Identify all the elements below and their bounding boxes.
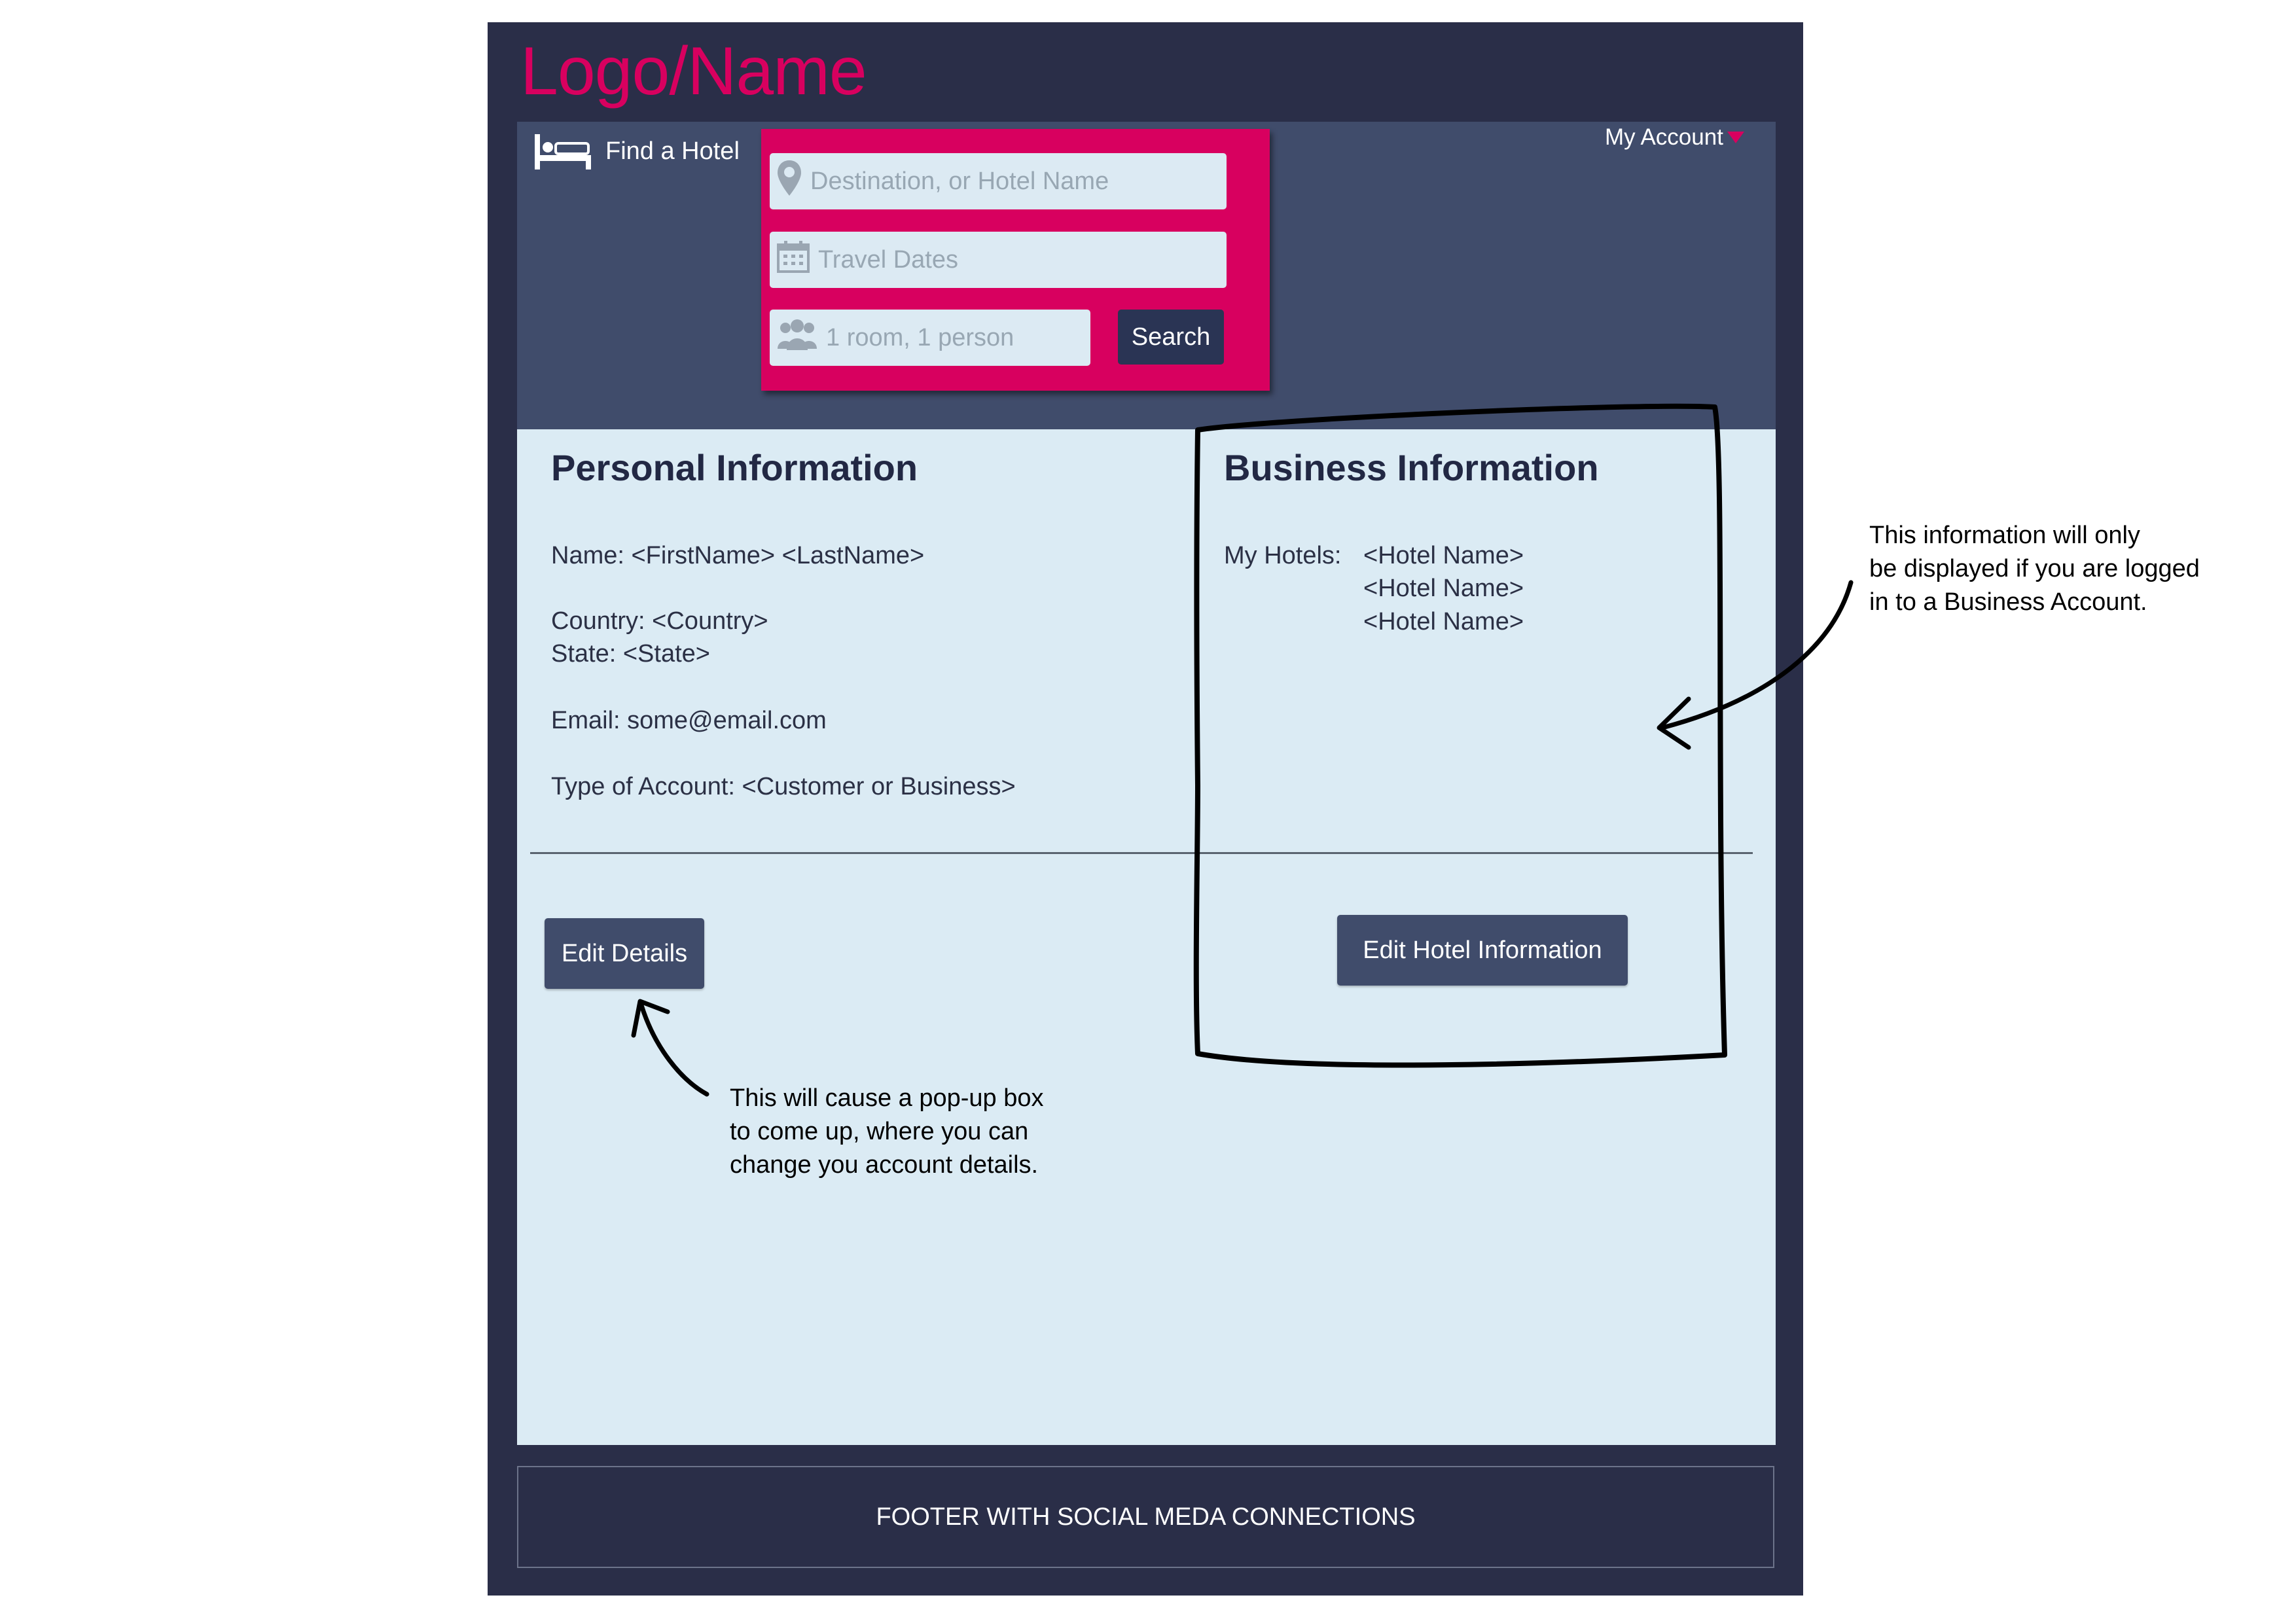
note-line: This information will only (1869, 522, 2140, 549)
note-line: to come up, where you can (730, 1118, 1029, 1145)
business-annotation-note: This information will only be displayed … (1869, 519, 2200, 619)
business-section-outline (1193, 403, 1727, 1068)
note-line: in to a Business Account. (1869, 588, 2147, 616)
edit-note-arrow (639, 1003, 709, 1097)
note-line: change you account details. (730, 1151, 1039, 1179)
note-line: This will cause a pop-up box (730, 1084, 1044, 1112)
edit-annotation-note: This will cause a pop-up box to come up,… (730, 1082, 1043, 1182)
annotation-markings (631, 403, 1854, 1097)
business-note-arrow (1660, 580, 1854, 730)
note-line: be displayed if you are logged (1869, 555, 2200, 582)
